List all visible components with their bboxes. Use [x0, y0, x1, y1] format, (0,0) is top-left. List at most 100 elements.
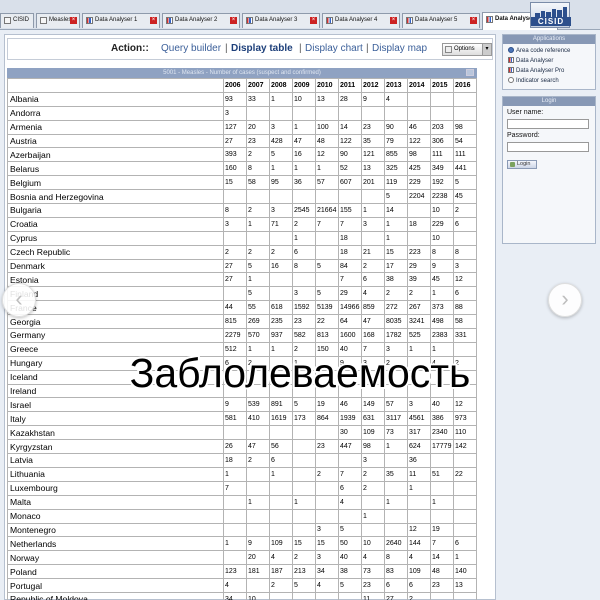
value-cell: 1 — [269, 91, 293, 107]
chart-icon — [508, 57, 514, 63]
value-cell: 29 — [338, 286, 362, 302]
value-cell: 2 — [292, 216, 316, 232]
query-builder-link[interactable]: Query builder — [161, 39, 221, 59]
display-chart-link[interactable]: Display chart — [305, 39, 363, 59]
value-cell: 1 — [223, 536, 247, 552]
value-cell: 149 — [361, 397, 385, 413]
table-title-bar: 5001 - Measles - Number of cases (suspec… — [7, 68, 477, 78]
value-cell — [430, 453, 454, 468]
value-cell: 373 — [430, 300, 454, 316]
value-cell — [430, 105, 454, 121]
tab-4[interactable]: Data Analyser 3 × — [242, 13, 320, 28]
value-cell — [407, 91, 431, 107]
tab-1[interactable]: Measles × — [36, 13, 80, 28]
value-cell: 33 — [246, 91, 270, 107]
close-icon[interactable]: × — [310, 17, 317, 24]
close-icon[interactable]: × — [150, 17, 157, 24]
value-cell — [338, 105, 362, 121]
previous-slide-button[interactable]: ‹ — [2, 283, 36, 317]
value-cell: 13 — [361, 161, 385, 177]
display-map-link[interactable]: Display map — [372, 39, 427, 59]
value-cell: 5139 — [315, 300, 339, 316]
table-header-row: 2006 2007 2008 2009 2010 2011 2012 2013 2014 2015… — [7, 78, 477, 93]
value-cell — [453, 508, 477, 524]
value-cell: 54 — [453, 133, 477, 149]
value-cell — [223, 550, 247, 566]
tab-0[interactable]: CISID — [0, 13, 34, 28]
value-cell: 3 — [292, 286, 316, 302]
value-cell — [269, 272, 293, 288]
value-cell: 10 — [246, 591, 270, 600]
value-cell — [361, 494, 385, 510]
value-cell: 15 — [292, 536, 316, 552]
value-cell: 14 — [338, 119, 362, 135]
value-cell — [246, 189, 270, 205]
tab-6[interactable]: Data Analyser 5 × — [402, 13, 480, 28]
export-icon[interactable] — [466, 69, 474, 76]
chevron-down-icon: ▾ — [482, 44, 491, 55]
value-cell — [361, 105, 385, 121]
home-icon — [4, 17, 11, 24]
value-cell: 71 — [269, 216, 293, 232]
value-cell: 2 — [246, 147, 270, 163]
value-cell: 36 — [292, 175, 316, 191]
value-cell: 27 — [223, 133, 247, 149]
close-icon[interactable]: × — [70, 17, 77, 24]
password-input[interactable] — [507, 142, 589, 152]
value-cell: 1600 — [338, 328, 362, 343]
value-cell: 27 — [223, 272, 247, 288]
value-cell: 331 — [453, 328, 477, 343]
value-cell — [315, 105, 339, 121]
value-cell: 813 — [315, 328, 339, 343]
value-cell: 5 — [338, 522, 362, 538]
tab-5[interactable]: Data Analyser 4 × — [322, 13, 400, 28]
value-cell — [292, 439, 316, 455]
value-cell: 10 — [430, 230, 454, 246]
value-cell: 4 — [361, 286, 385, 302]
country-cell: Monaco — [7, 508, 224, 524]
value-cell: 21664 — [315, 203, 339, 218]
options-dropdown[interactable]: Options ▾ — [442, 43, 492, 56]
value-cell: 15 — [315, 536, 339, 552]
value-cell: 1 — [246, 272, 270, 288]
value-cell — [315, 425, 339, 441]
display-table-link[interactable]: Display table — [231, 39, 293, 59]
value-cell: 27 — [384, 591, 408, 600]
value-cell — [407, 230, 431, 246]
close-icon[interactable]: × — [390, 17, 397, 24]
value-cell: 7 — [338, 466, 362, 482]
value-cell: 48 — [315, 133, 339, 149]
table-row: Lithuania 1 1 2 7 2 35 11 51 22 — [7, 466, 477, 482]
action-separator: | — [225, 43, 228, 54]
next-slide-button[interactable]: › — [548, 283, 582, 317]
value-cell: 3 — [361, 216, 385, 232]
value-cell: 441 — [453, 161, 477, 177]
table-row: Armenia 127 20 3 1 100 14 23 90 46 203 98 — [7, 119, 477, 135]
application-link[interactable]: Area code reference — [508, 47, 570, 54]
value-cell: 98 — [407, 147, 431, 163]
tab-2[interactable]: Data Analyser 1 × — [82, 13, 160, 28]
value-cell — [269, 425, 293, 441]
year-header: 2011 — [338, 78, 362, 93]
value-cell: 187 — [269, 564, 293, 580]
application-link[interactable]: Data Analyser — [508, 57, 553, 64]
value-cell: 3 — [269, 119, 293, 135]
value-cell: 109 — [407, 564, 431, 580]
value-cell: 1 — [453, 550, 477, 566]
value-cell: 2383 — [430, 328, 454, 343]
login-button[interactable]: Login — [507, 160, 537, 169]
close-icon[interactable]: × — [470, 17, 477, 24]
overlay-caption: Заблолеваемость — [128, 348, 473, 398]
close-icon[interactable]: × — [230, 17, 237, 24]
application-link[interactable]: Indicator search — [508, 77, 559, 84]
value-cell: 498 — [430, 314, 454, 330]
tab-3[interactable]: Data Analyser 2 × — [162, 13, 240, 28]
value-cell: 2279 — [223, 328, 247, 343]
value-cell: 859 — [361, 300, 385, 316]
application-link[interactable]: Data Analyser Pro — [508, 67, 564, 74]
username-input[interactable] — [507, 119, 589, 129]
value-cell: 4 — [407, 550, 431, 566]
value-cell: 1782 — [384, 328, 408, 343]
value-cell — [246, 508, 270, 524]
value-cell: 23 — [361, 119, 385, 135]
